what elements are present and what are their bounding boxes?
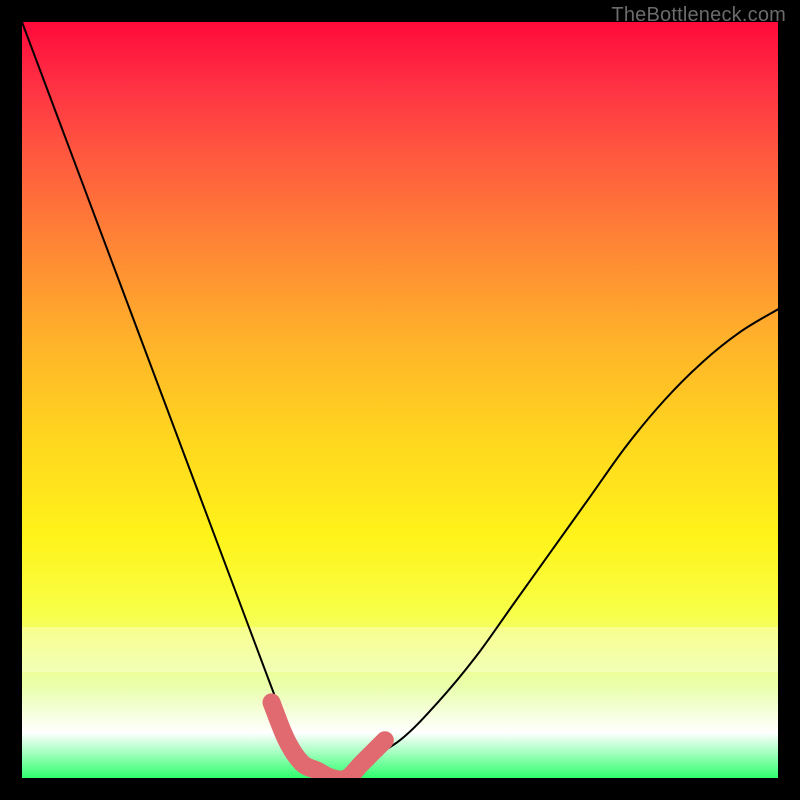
plot-area [22,22,778,778]
highlight-band [271,702,384,778]
curve-layer [22,22,778,778]
chart-frame: TheBottleneck.com [0,0,800,800]
bottleneck-curve [22,22,778,778]
watermark-text: TheBottleneck.com [611,4,786,27]
